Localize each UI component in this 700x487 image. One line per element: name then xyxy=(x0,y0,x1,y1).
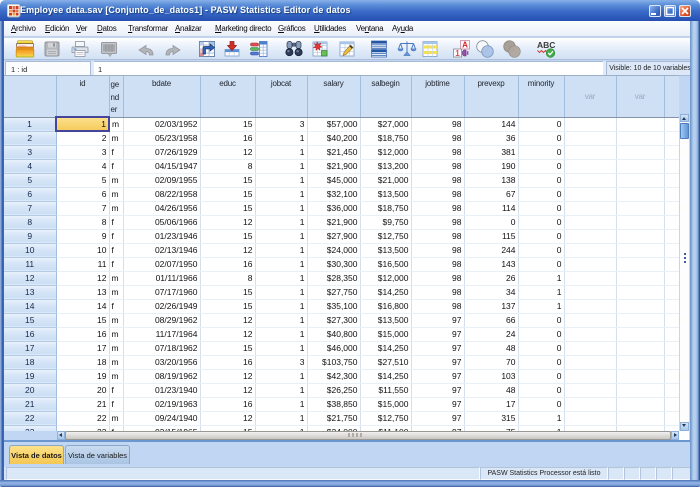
svg-text:A: A xyxy=(462,41,468,50)
svg-text:1: 1 xyxy=(455,49,460,58)
svg-text:ABC: ABC xyxy=(537,40,555,50)
